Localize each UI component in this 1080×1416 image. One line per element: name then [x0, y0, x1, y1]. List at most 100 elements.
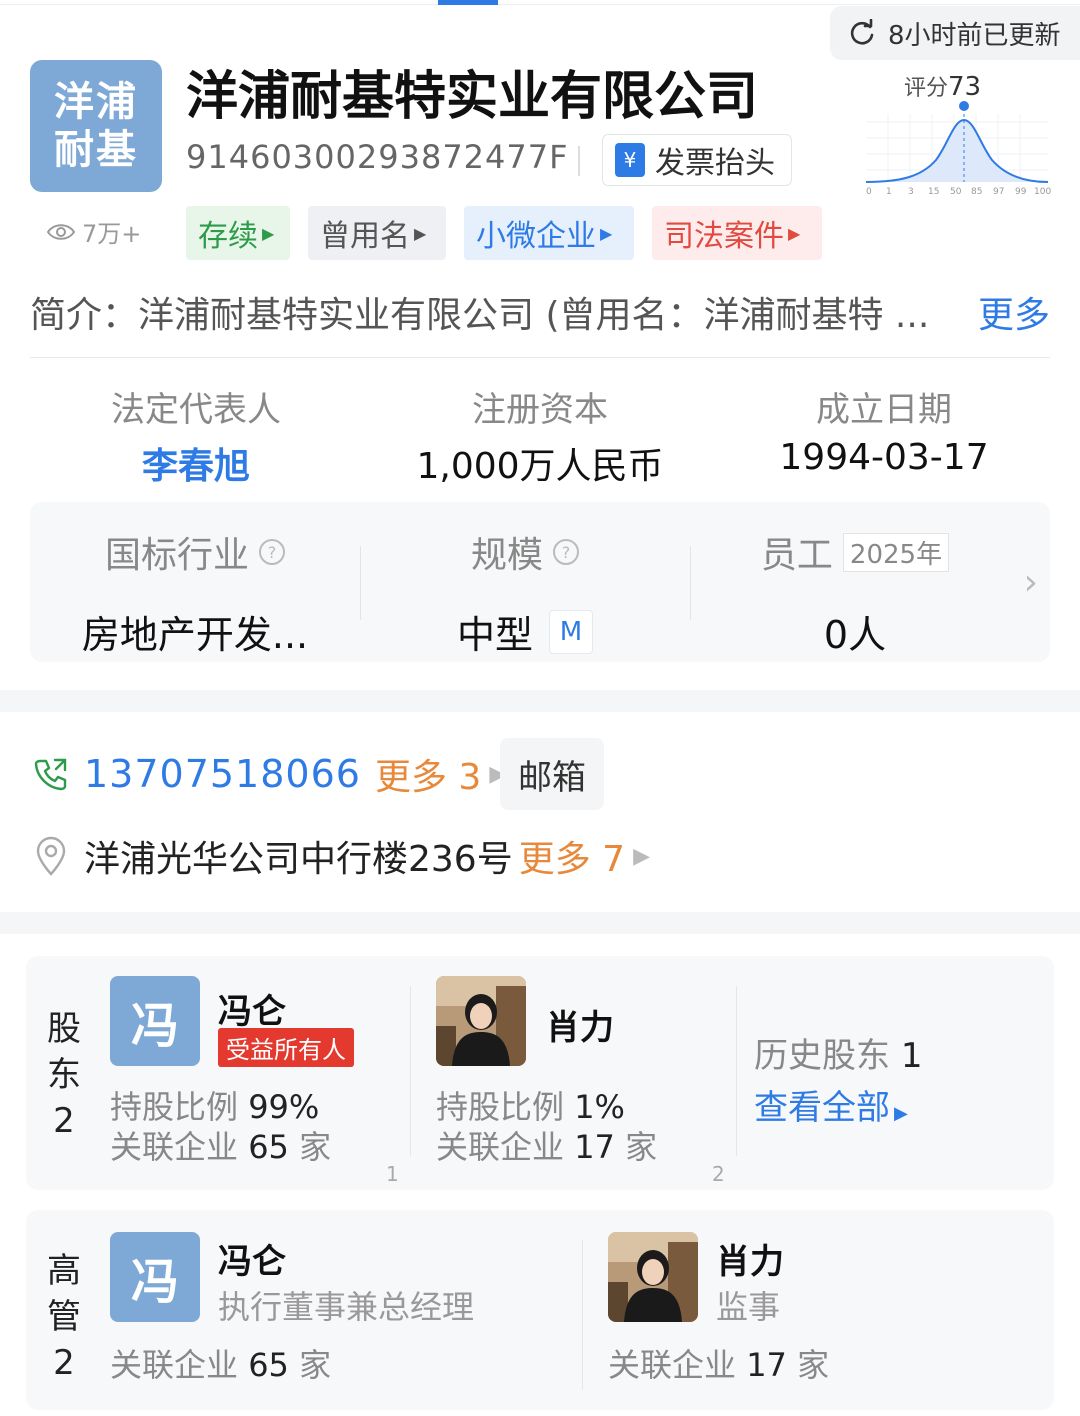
score-tick: 50	[950, 187, 962, 197]
scale-chip: M	[549, 609, 593, 654]
industry-value: 房地产开发...	[81, 613, 309, 657]
address-text: 洋浦光华公司中行楼236号	[84, 839, 513, 880]
help-icon[interactable]: ?	[553, 539, 579, 565]
tab-indicator	[438, 0, 498, 5]
invoice-icon: ¥	[615, 143, 645, 177]
tag-small-enterprise[interactable]: 小微企业 ▶	[464, 206, 634, 260]
view-count: 7万+	[46, 214, 141, 249]
logo-line-2: 耐基	[54, 127, 138, 173]
executive-name[interactable]: 肖力	[716, 1234, 784, 1283]
company-logo: 洋浦 耐基	[30, 60, 162, 192]
shareholder-name[interactable]: 肖力	[546, 1000, 614, 1049]
shareholders-card[interactable]: 股 东 2 冯 冯仑 受益所有人 持股比例 99% 关联企业 65 家 1 肖力…	[26, 956, 1054, 1190]
industry-column: 国标行业? 房地产开发...	[30, 526, 360, 659]
section-separator	[0, 912, 1080, 934]
invoice-label: 发票抬头	[655, 146, 775, 181]
column-divider	[410, 986, 411, 1156]
legal-rep-link[interactable]: 李春旭	[36, 437, 356, 489]
legal-rep-label: 法定代表人	[111, 390, 281, 430]
related-companies: 关联企业 17 家	[436, 1128, 658, 1166]
related-companies: 关联企业 65 家	[110, 1346, 332, 1384]
update-text: 8小时前已更新	[888, 20, 1061, 51]
phone-icon	[34, 758, 67, 791]
founding-date: 成立日期 1994-03-17	[724, 382, 1044, 478]
executive-name[interactable]: 冯仑	[218, 1234, 286, 1283]
shareholder-name[interactable]: 冯仑	[218, 984, 286, 1033]
executive-role: 监事	[716, 1288, 781, 1326]
divider	[30, 357, 1050, 358]
triangle-right-icon: ▶	[262, 223, 275, 243]
avatar-photo[interactable]	[608, 1232, 698, 1322]
industry-card[interactable]: 国标行业? 房地产开发... 规模? 中型 M 员工 2025年 0人 ›	[30, 502, 1050, 662]
staff-year-chip: 2025年	[842, 532, 950, 572]
column-divider	[582, 1240, 583, 1390]
triangle-right-icon: ▶	[414, 223, 427, 243]
score-tick: 15	[928, 187, 939, 197]
avatar[interactable]: 冯	[110, 1232, 200, 1322]
executives-card[interactable]: 高 管 2 冯 冯仑 执行董事兼总经理 关联企业 65 家 肖力 监事 关联企业…	[26, 1210, 1054, 1410]
company-intro: 简介：洋浦耐基特实业有限公司 (曾用名：洋浦耐基特 ... 更多	[30, 286, 1050, 338]
eye-icon	[46, 223, 76, 240]
score-tick: 1	[886, 187, 892, 197]
score-tick: 97	[993, 187, 1004, 197]
staff-label: 员工	[760, 535, 833, 576]
company-name: 洋浦耐基特实业有限公司	[186, 67, 759, 127]
history-shareholders: 历史股东 1	[754, 1036, 923, 1076]
shareholder-index: 2	[712, 1162, 725, 1186]
scale-value: 中型	[456, 613, 533, 657]
credit-code[interactable]: 9146030029387247​7F	[186, 138, 569, 176]
shareholder-index: 1	[386, 1162, 399, 1186]
chevron-right-icon[interactable]: ›	[1024, 562, 1038, 603]
tag-judicial-cases[interactable]: 司法案件 ▶	[652, 206, 822, 260]
address-more-link[interactable]: 更多 7	[519, 830, 625, 882]
email-button[interactable]: 邮箱	[500, 738, 604, 810]
score-curve: 0 1 3 15 50 85 97 99 100	[865, 101, 1051, 197]
tag-status[interactable]: 存续 ▶	[186, 206, 290, 260]
score-tick: 100	[1034, 187, 1051, 197]
scale-label: 规模	[470, 535, 543, 576]
triangle-right-icon: ▶	[894, 1103, 908, 1124]
phone-more-link[interactable]: 更多 3	[375, 748, 481, 800]
top-divider	[0, 4, 1080, 5]
section-separator	[0, 690, 1080, 712]
capital-label: 注册资本	[472, 390, 608, 430]
related-companies: 关联企业 17 家	[608, 1346, 830, 1384]
intro-more-link[interactable]: 更多	[973, 286, 1050, 338]
avatar-photo[interactable]	[436, 976, 526, 1066]
score-tick: 99	[1015, 187, 1027, 197]
score-widget[interactable]: 评分73 0 1 3 15 50 85 97 99 100	[862, 64, 1052, 198]
phone-row[interactable]: 13707518066 更多 3 ▶	[32, 748, 506, 800]
view-all-link[interactable]: 查看全部 ▶	[754, 1080, 908, 1129]
founded-label: 成立日期	[816, 390, 952, 430]
tag-former-name[interactable]: 曾用名 ▶	[308, 206, 446, 260]
column-divider	[736, 986, 737, 1156]
capital-value: 1,000万人民币	[416, 446, 664, 487]
related-companies: 关联企业 65 家	[110, 1128, 332, 1166]
triangle-right-icon: ▶	[788, 223, 801, 243]
staff-value: 0人	[823, 613, 887, 657]
update-status-button[interactable]: 8小时前已更新	[830, 6, 1080, 60]
scale-column: 规模? 中型 M	[360, 526, 690, 659]
address-row[interactable]: 洋浦光华公司中行楼236号 更多 7 ▶	[34, 830, 650, 882]
staff-column: 员工 2025年 0人	[690, 526, 1020, 659]
executive-role: 执行董事兼总经理	[218, 1288, 475, 1326]
avatar[interactable]: 冯	[110, 976, 200, 1066]
shareholders-label: 股 东 2	[47, 1009, 81, 1141]
beneficial-owner-badge: 受益所有人	[218, 1028, 354, 1067]
score-tick: 85	[971, 187, 982, 197]
phone-number[interactable]: 13707518066	[84, 752, 361, 796]
refresh-icon	[850, 19, 874, 45]
logo-line-1: 洋浦	[54, 79, 138, 125]
industry-label: 国标行业	[104, 535, 249, 576]
code-divider	[578, 146, 580, 176]
registered-capital: 注册资本 1,000万人民币	[380, 382, 700, 489]
score-tick: 0	[866, 187, 872, 197]
invoice-title-button[interactable]: ¥ 发票抬头	[602, 134, 792, 186]
executives-label: 高 管 2	[47, 1251, 81, 1383]
chevron-right-icon: ▶	[633, 843, 650, 869]
views-value: 7万+	[82, 220, 142, 248]
score-tick: 3	[908, 187, 914, 197]
location-pin-icon	[36, 836, 66, 876]
help-icon[interactable]: ?	[259, 539, 285, 565]
founded-value: 1994-03-17	[779, 437, 989, 478]
